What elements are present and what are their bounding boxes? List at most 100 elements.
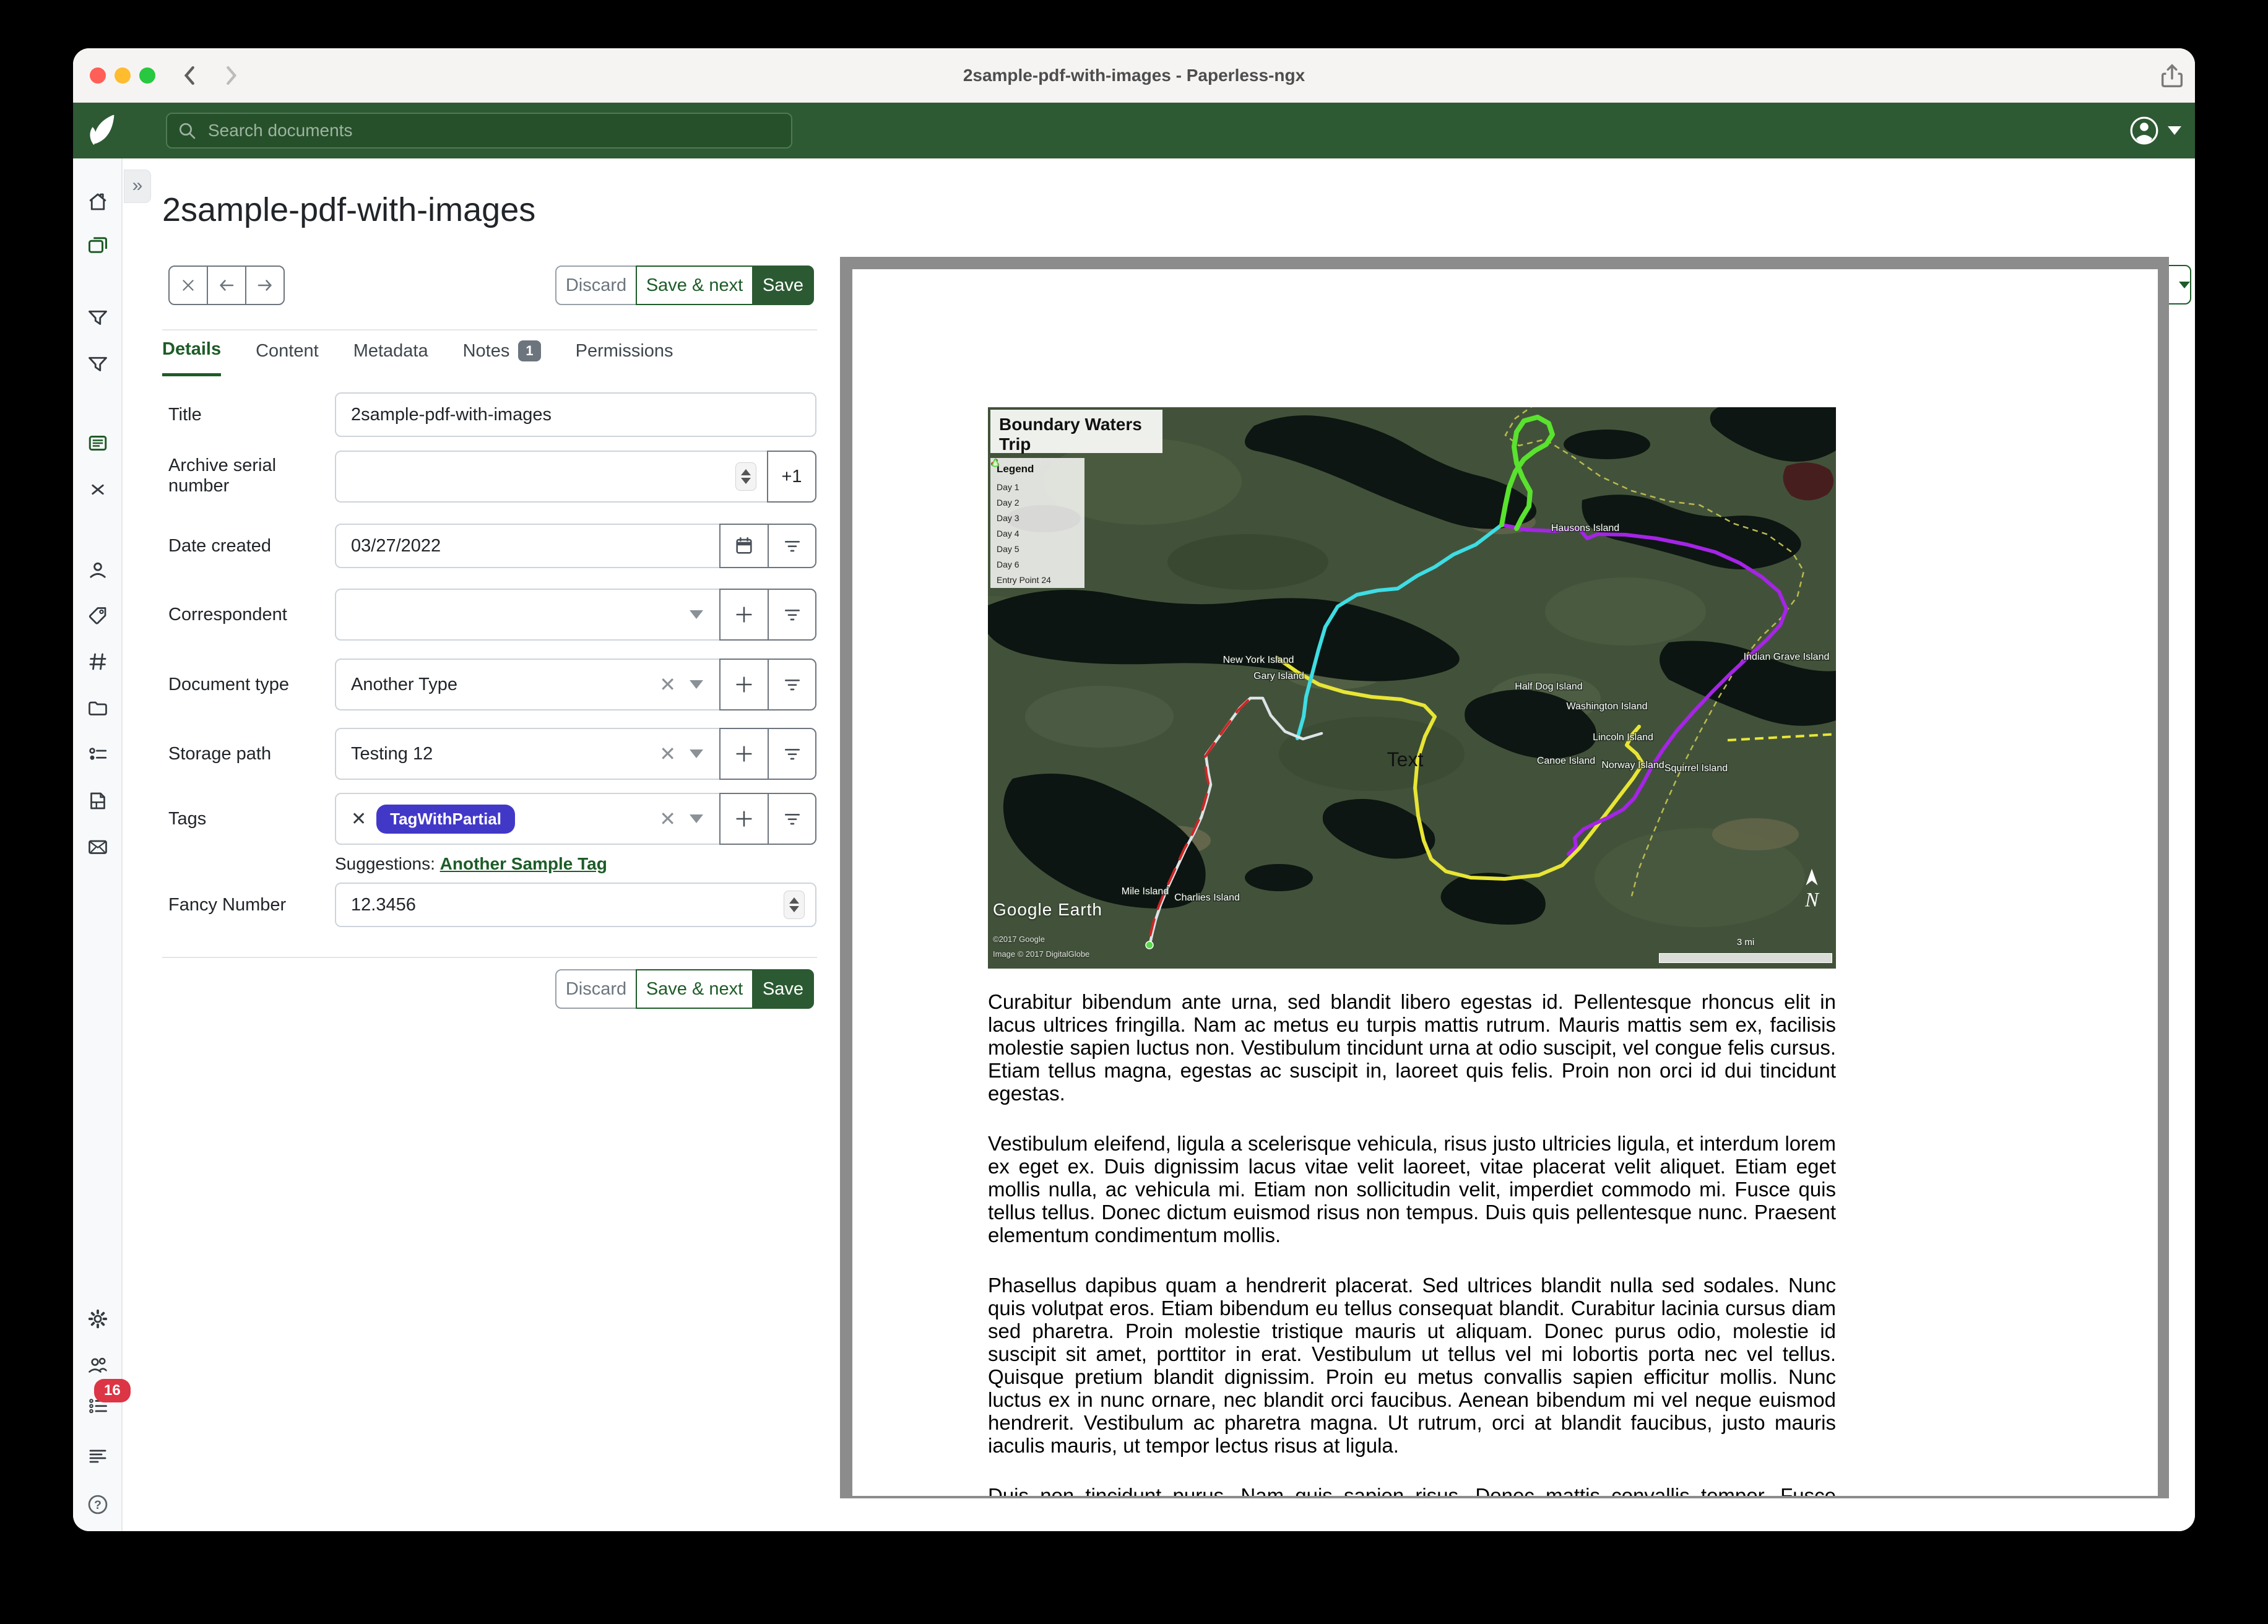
legend-item: Day 1	[997, 479, 1078, 495]
date-filter-button[interactable]	[768, 524, 816, 568]
asn-increment-button[interactable]: +1	[767, 451, 816, 503]
sidebar-item-custom-fields[interactable]	[87, 743, 109, 766]
sidebar-item-documents[interactable]	[87, 234, 109, 256]
sidebar-item-close-all-icon[interactable]	[87, 478, 109, 501]
storage-path-add-button[interactable]	[719, 728, 769, 780]
sidebar-item-open-document[interactable]	[87, 432, 109, 454]
tab-content[interactable]: Content	[256, 339, 319, 376]
map-credit: Image © 2017 DigitalGlobe	[993, 949, 1089, 959]
close-icon	[180, 277, 196, 293]
sidebar-item-settings-gear-icon[interactable]	[87, 1308, 109, 1330]
clear-icon[interactable]: ✕	[659, 807, 676, 831]
sidebar-item-logs[interactable]	[87, 1445, 109, 1467]
arrow-left-icon	[217, 276, 236, 295]
sidebar-item-document-types[interactable]	[87, 650, 109, 673]
date-created-input[interactable]	[335, 524, 721, 568]
tab-metadata[interactable]: Metadata	[353, 339, 428, 376]
tree-icon	[990, 458, 1000, 468]
document-type-label: Document type	[168, 675, 323, 695]
discard-button-bottom[interactable]: Discard	[555, 969, 637, 1009]
tab-bar: Details Content Metadata Notes1 Permissi…	[162, 339, 673, 376]
sidebar-item-dashboard[interactable]	[87, 191, 109, 213]
legend-title: Legend	[997, 463, 1078, 475]
document-type-filter-button[interactable]	[768, 659, 816, 710]
pdf-preview-frame[interactable]: Hausons Island New York Island Gary Isla…	[840, 257, 2169, 1498]
svg-text:New York Island: New York Island	[1223, 655, 1294, 665]
sidebar-item-help-icon[interactable]: ?	[87, 1493, 109, 1516]
previous-document-button[interactable]	[207, 266, 246, 305]
date-calendar-button[interactable]	[719, 524, 769, 568]
user-avatar-icon[interactable]	[2129, 116, 2159, 145]
save-and-next-button[interactable]: Save & next	[636, 266, 753, 305]
correspondent-filter-button[interactable]	[768, 589, 816, 641]
svg-text:Norway Island: Norway Island	[1601, 760, 1664, 771]
title-field-label: Title	[168, 405, 323, 425]
svg-text:Canoe Island: Canoe Island	[1537, 756, 1595, 766]
storage-path-filter-button[interactable]	[768, 728, 816, 780]
notes-count-badge: 1	[518, 340, 540, 361]
document-text: Curabitur bibendum ante urna, sed blandi…	[988, 990, 1836, 1496]
filter-lines-icon	[782, 809, 802, 829]
tag-remove-icon[interactable]: ✕	[351, 808, 366, 830]
tags-input[interactable]: ✕ TagWithPartial ✕	[335, 793, 721, 845]
document-type-select[interactable]: Another Type ✕	[335, 659, 721, 710]
filter-lines-icon	[782, 536, 802, 556]
sidebar-item-users-groups[interactable]	[87, 1354, 109, 1376]
legend-item: Day 2	[997, 495, 1078, 510]
entry-point-marker	[1146, 941, 1153, 949]
document-type-add-button[interactable]	[719, 659, 769, 710]
tab-permissions[interactable]: Permissions	[576, 339, 673, 376]
title-input[interactable]	[335, 392, 816, 437]
clear-icon[interactable]: ✕	[659, 742, 676, 766]
tags-filter-button[interactable]	[768, 793, 816, 845]
date-created-label: Date created	[168, 536, 323, 556]
correspondent-add-button[interactable]	[719, 589, 769, 641]
fancy-number-stepper[interactable]	[784, 891, 805, 919]
save-and-next-button-bottom[interactable]: Save & next	[636, 969, 753, 1009]
paragraph: Phasellus dapibus quam a hendrerit place…	[988, 1274, 1836, 1457]
close-document-button[interactable]	[168, 266, 208, 305]
suggestions-label: Suggestions:	[335, 854, 435, 873]
tags-add-button[interactable]	[719, 793, 769, 845]
page-title: 2sample-pdf-with-images	[162, 191, 535, 229]
legend-item: Day 6	[997, 556, 1078, 572]
filter-lines-icon	[782, 605, 802, 624]
map-title: Boundary Waters Trip	[999, 415, 1154, 454]
legend-item: Day 3	[997, 510, 1078, 525]
svg-text:Gary Island: Gary Island	[1253, 671, 1304, 681]
discard-button[interactable]: Discard	[555, 266, 637, 305]
tag-chip[interactable]: TagWithPartial	[376, 805, 515, 834]
clear-icon[interactable]: ✕	[659, 673, 676, 696]
sidebar-item-mail[interactable]	[87, 836, 109, 858]
chevron-down-icon	[690, 814, 703, 823]
save-button-bottom[interactable]: Save	[752, 969, 814, 1009]
asn-input[interactable]	[335, 451, 768, 503]
sidebar-item-saved-view-1[interactable]	[87, 306, 109, 329]
svg-text:?: ?	[94, 1498, 102, 1512]
tags-label: Tags	[168, 809, 323, 829]
plus-icon	[734, 674, 755, 695]
asn-stepper[interactable]	[735, 462, 756, 491]
user-menu-caret-icon[interactable]	[2168, 126, 2181, 135]
map-scale-label: 3 mi	[1659, 937, 1832, 948]
sidebar-expand-button[interactable]: »	[124, 170, 151, 203]
svg-text:Indian Grave Island: Indian Grave Island	[1744, 652, 1830, 662]
tab-details[interactable]: Details	[162, 339, 221, 376]
search-icon	[177, 121, 197, 140]
sidebar-item-correspondents[interactable]	[87, 559, 109, 581]
save-button[interactable]: Save	[752, 266, 814, 305]
sidebar-item-tags[interactable]	[87, 605, 109, 628]
sidebar-item-storage-paths[interactable]	[87, 697, 109, 719]
svg-text:Washington Island: Washington Island	[1566, 701, 1647, 712]
plus-icon	[734, 604, 755, 625]
next-document-button[interactable]	[245, 266, 285, 305]
fancy-number-input[interactable]	[335, 883, 816, 927]
storage-path-select[interactable]: Testing 12 ✕	[335, 728, 721, 780]
tab-notes[interactable]: Notes1	[463, 339, 541, 376]
sidebar-item-file-documents[interactable]	[87, 790, 109, 812]
correspondent-select[interactable]	[335, 589, 721, 641]
search-input[interactable]	[166, 113, 792, 149]
sidebar-item-saved-view-2[interactable]	[87, 353, 109, 375]
suggestion-link[interactable]: Another Sample Tag	[440, 854, 607, 873]
share-icon[interactable]	[2158, 62, 2186, 90]
